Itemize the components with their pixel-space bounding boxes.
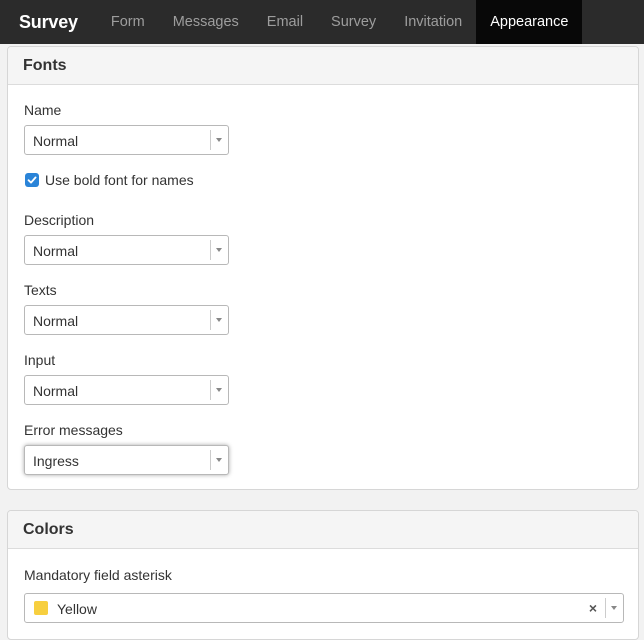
chevron-down-icon: [216, 388, 222, 392]
description-font-value: Normal: [33, 243, 79, 259]
error-font-value: Ingress: [33, 453, 79, 469]
description-font-label: Description: [24, 212, 95, 228]
dropdown-toggle[interactable]: [605, 598, 623, 618]
color-swatch: [34, 601, 48, 615]
chevron-down-icon: [216, 318, 222, 322]
input-font-label: Input: [24, 352, 56, 368]
brand-logo[interactable]: Survey: [0, 0, 97, 44]
error-font-select[interactable]: Ingress: [24, 445, 229, 475]
error-font-label: Error messages: [24, 422, 123, 438]
dropdown-toggle[interactable]: [210, 310, 228, 330]
chevron-down-icon: [216, 248, 222, 252]
input-font-value: Normal: [33, 383, 79, 399]
top-navbar: Survey Form Messages Email Survey Invita…: [0, 0, 644, 44]
texts-font-value: Normal: [33, 313, 79, 329]
colors-panel: Colors Mandatory field asterisk Yellow ×: [7, 510, 639, 640]
nav-tab-survey[interactable]: Survey: [317, 0, 390, 44]
name-font-value: Normal: [33, 133, 79, 149]
nav-tab-invitation[interactable]: Invitation: [390, 0, 476, 44]
asterisk-color-value: Yellow: [57, 601, 97, 617]
name-font-label: Name: [24, 102, 62, 118]
bold-names-checkbox[interactable]: [25, 173, 39, 187]
texts-font-select[interactable]: Normal: [24, 305, 229, 335]
dropdown-toggle[interactable]: [210, 130, 228, 150]
bold-names-label[interactable]: Use bold font for names: [45, 172, 194, 188]
chevron-down-icon: [216, 458, 222, 462]
nav-tab-messages[interactable]: Messages: [159, 0, 253, 44]
nav-tab-appearance[interactable]: Appearance: [476, 0, 583, 44]
colors-panel-heading: Colors: [8, 511, 638, 549]
asterisk-color-label: Mandatory field asterisk: [24, 567, 172, 583]
name-font-select[interactable]: Normal: [24, 125, 229, 155]
texts-font-label: Texts: [24, 282, 57, 298]
clear-icon[interactable]: ×: [589, 600, 597, 616]
fonts-panel: Fonts Name Normal Use bold font for name…: [7, 46, 639, 490]
nav-tab-form[interactable]: Form: [97, 0, 159, 44]
dropdown-toggle[interactable]: [210, 380, 228, 400]
input-font-select[interactable]: Normal: [24, 375, 229, 405]
dropdown-toggle[interactable]: [210, 450, 228, 470]
fonts-panel-heading: Fonts: [8, 47, 638, 85]
chevron-down-icon: [611, 606, 617, 610]
asterisk-color-select[interactable]: Yellow ×: [24, 593, 624, 623]
nav-tab-email[interactable]: Email: [253, 0, 317, 44]
checkmark-icon: [27, 176, 37, 184]
chevron-down-icon: [216, 138, 222, 142]
description-font-select[interactable]: Normal: [24, 235, 229, 265]
dropdown-toggle[interactable]: [210, 240, 228, 260]
